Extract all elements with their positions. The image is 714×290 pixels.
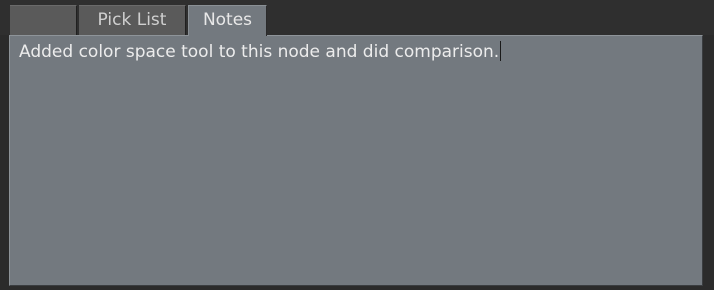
- notes-line: Added color space tool to this node and …: [19, 41, 502, 63]
- tab-pick-list[interactable]: Pick List: [79, 5, 186, 35]
- text-caret: [500, 41, 502, 61]
- notes-text: Added color space tool to this node and …: [19, 42, 500, 62]
- tab-unlabeled[interactable]: [10, 5, 77, 35]
- notes-panel: Pick List Notes Added color space tool t…: [0, 0, 714, 290]
- tab-bar: Pick List Notes: [0, 0, 714, 36]
- notes-text-area[interactable]: Added color space tool to this node and …: [9, 35, 703, 286]
- tab-notes[interactable]: Notes: [188, 5, 267, 36]
